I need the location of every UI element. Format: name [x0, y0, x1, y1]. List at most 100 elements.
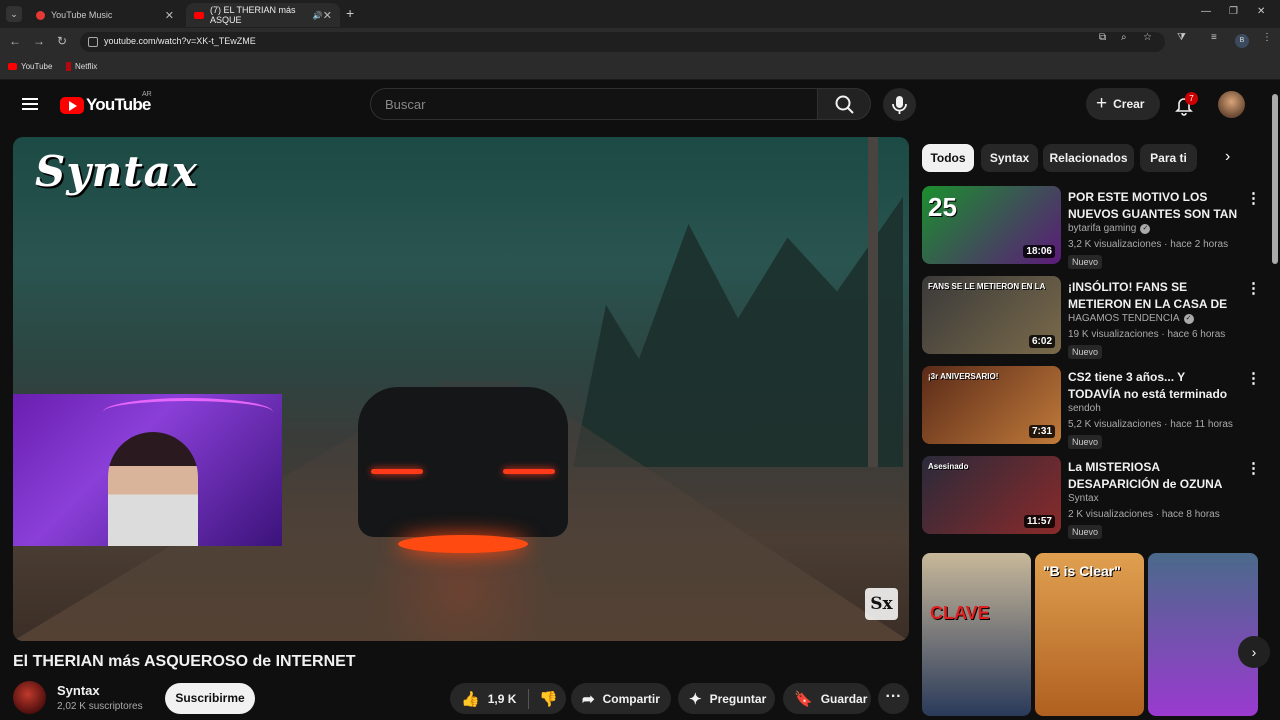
- netflix-icon: [66, 62, 71, 71]
- shorts-next-chevron-icon[interactable]: ›: [1238, 636, 1270, 668]
- youtube-music-icon: [36, 10, 45, 20]
- channel-watermark[interactable]: Sx: [865, 588, 898, 620]
- url-text[interactable]: youtube.com/watch?v=XK-t_TEwZME: [104, 36, 256, 46]
- close-icon[interactable]: ✕: [323, 9, 332, 22]
- extensions-icon[interactable]: ⧩: [1177, 32, 1186, 43]
- video-thumbnail[interactable]: FANS SE LE METIERON EN LA 6:02: [922, 276, 1061, 354]
- video-thumbnail[interactable]: ¡3r ANIVERSARIO! 7:31: [922, 366, 1061, 444]
- bookmark-star-icon[interactable]: ☆: [1143, 32, 1152, 43]
- channel-label: HAGAMOS TENDENCIA: [1068, 313, 1180, 324]
- channel-name[interactable]: Syntax: [57, 683, 100, 698]
- forward-icon[interactable]: →: [33, 34, 45, 48]
- channel-avatar[interactable]: [13, 681, 46, 714]
- more-options-icon[interactable]: ⋮: [1246, 279, 1261, 297]
- like-count[interactable]: 1,9 K: [488, 692, 517, 706]
- install-app-icon[interactable]: ⧉: [1099, 32, 1106, 43]
- recommendation-title[interactable]: POR ESTE MOTIVO LOS NUEVOS GUANTES SON T…: [1068, 189, 1240, 223]
- recommendation-channel[interactable]: Syntax: [1068, 493, 1099, 504]
- recommendation-channel[interactable]: bytarifa gaming ✓: [1068, 223, 1151, 234]
- bookmarks-bar: YouTube Netflix: [0, 55, 1280, 80]
- save-button[interactable]: 🔖 Guardar: [783, 683, 871, 714]
- scrollbar-thumb[interactable]: [1272, 94, 1278, 264]
- tab-current-video[interactable]: (7) EL THERIAN más ASQUE 🔊 ✕: [186, 3, 340, 27]
- video-title: El THERIAN más ASQUEROSO de INTERNET: [13, 653, 356, 670]
- back-icon[interactable]: ←: [9, 34, 21, 48]
- close-icon[interactable]: ✕: [165, 9, 174, 22]
- create-button[interactable]: + Crear: [1086, 88, 1160, 120]
- more-options-icon[interactable]: ⋮: [1246, 369, 1261, 387]
- page-scrollbar[interactable]: [1270, 80, 1280, 720]
- site-info-icon[interactable]: [88, 37, 98, 47]
- ask-button[interactable]: ✦ Preguntar: [678, 683, 775, 714]
- recommendation-item[interactable]: 25 18:06 POR ESTE MOTIVO LOS NUEVOS GUAN…: [922, 186, 1262, 269]
- thumbnail-text: ¡3r ANIVERSARIO!: [928, 372, 999, 381]
- thumbs-down-icon[interactable]: 👎: [539, 690, 558, 708]
- duration-badge: 11:57: [1023, 515, 1055, 528]
- more-options-icon[interactable]: ⋮: [1246, 189, 1261, 207]
- microphone-icon: [892, 96, 907, 114]
- video-frame-pole: [868, 137, 878, 467]
- youtube-header: YouTube AR Buscar + Crear 7: [0, 80, 1268, 130]
- minimize-icon[interactable]: —: [1201, 6, 1211, 17]
- reload-icon[interactable]: ↻: [57, 34, 67, 48]
- window-close-icon[interactable]: ✕: [1257, 6, 1265, 17]
- short-caption: CLAVE: [930, 603, 990, 623]
- car-taillight: [371, 469, 423, 474]
- bookmark-icon: 🔖: [794, 690, 813, 708]
- address-bar[interactable]: youtube.com/watch?v=XK-t_TEwZME: [80, 32, 1165, 52]
- menu-icon[interactable]: [22, 98, 38, 110]
- short-thumbnail[interactable]: CLAVE: [922, 553, 1031, 716]
- voice-search-button[interactable]: [883, 88, 916, 121]
- youtube-logo[interactable]: YouTube AR: [60, 91, 152, 115]
- speaker-icon[interactable]: 🔊: [313, 11, 323, 20]
- more-options-icon[interactable]: ⋮: [1246, 459, 1261, 477]
- search-placeholder: Buscar: [385, 97, 426, 112]
- recommendation-channel[interactable]: sendoh: [1068, 403, 1101, 414]
- tab-label: YouTube Music: [51, 10, 113, 20]
- share-button[interactable]: ➦ Compartir: [571, 683, 671, 714]
- chip-relacionados[interactable]: Relacionados: [1043, 144, 1134, 172]
- bookmark-netflix[interactable]: Netflix: [66, 62, 97, 71]
- recommendation-item[interactable]: Asesinado 11:57 La MISTERIOSA DESAPARICI…: [922, 456, 1262, 539]
- video-player[interactable]: Syntax Sx: [13, 137, 909, 641]
- video-thumbnail[interactable]: Asesinado 11:57: [922, 456, 1061, 534]
- share-icon: ➦: [582, 690, 595, 708]
- more-actions-icon[interactable]: ···: [878, 683, 909, 714]
- chip-todos[interactable]: Todos: [922, 144, 974, 172]
- bookmark-label: YouTube: [21, 62, 53, 71]
- subscribe-button[interactable]: Suscribirme: [165, 683, 255, 714]
- new-tab-icon[interactable]: +: [346, 5, 354, 21]
- chip-para-ti[interactable]: Para ti: [1140, 144, 1197, 172]
- short-thumbnail[interactable]: [1148, 553, 1258, 716]
- zoom-icon[interactable]: ⌕: [1121, 32, 1127, 43]
- create-label: Crear: [1113, 97, 1145, 111]
- recommendation-item[interactable]: ¡3r ANIVERSARIO! 7:31 CS2 tiene 3 años..…: [922, 366, 1262, 449]
- search-button[interactable]: [817, 88, 871, 120]
- car-taillight: [503, 469, 555, 474]
- save-label: Guardar: [820, 691, 868, 706]
- recommendation-channel[interactable]: HAGAMOS TENDENCIA ✓: [1068, 313, 1194, 324]
- recommendation-meta: 3,2 K visualizaciones · hace 2 horas: [1068, 239, 1229, 250]
- chip-syntax[interactable]: Syntax: [981, 144, 1038, 172]
- browser-menu-icon[interactable]: ⋮: [1262, 32, 1272, 43]
- tab-search-menu-icon[interactable]: ⌄: [6, 6, 22, 22]
- recommendation-title[interactable]: ¡INSÓLITO! FANS SE METIERON EN LA CASA D…: [1068, 279, 1240, 313]
- chevron-right-icon[interactable]: ›: [1225, 148, 1230, 166]
- search-input[interactable]: Buscar: [370, 88, 818, 120]
- neon-light: [103, 398, 273, 426]
- media-control-icon[interactable]: ≡: [1211, 32, 1217, 43]
- restore-icon[interactable]: ❐: [1229, 6, 1238, 17]
- short-thumbnail[interactable]: "B is Clear": [1035, 553, 1144, 716]
- account-avatar[interactable]: [1218, 91, 1245, 118]
- like-dislike-group: 👍 1,9 K 👎: [450, 683, 566, 714]
- recommendation-meta: 2 K visualizaciones · hace 8 horas: [1068, 509, 1220, 520]
- tab-youtube-music[interactable]: YouTube Music ✕: [28, 3, 182, 27]
- recommendation-item[interactable]: FANS SE LE METIERON EN LA 6:02 ¡INSÓLITO…: [922, 276, 1262, 359]
- recommendation-title[interactable]: La MISTERIOSA DESAPARICIÓN de OZUNA: [1068, 459, 1240, 493]
- recommendation-title[interactable]: CS2 tiene 3 años... Y TODAVÍA no está te…: [1068, 369, 1240, 403]
- browser-profile-avatar[interactable]: B: [1235, 34, 1249, 48]
- thumbs-up-icon[interactable]: 👍: [461, 690, 480, 708]
- video-thumbnail[interactable]: 25 18:06: [922, 186, 1061, 264]
- search-icon: [835, 95, 854, 114]
- bookmark-youtube[interactable]: YouTube: [8, 62, 52, 71]
